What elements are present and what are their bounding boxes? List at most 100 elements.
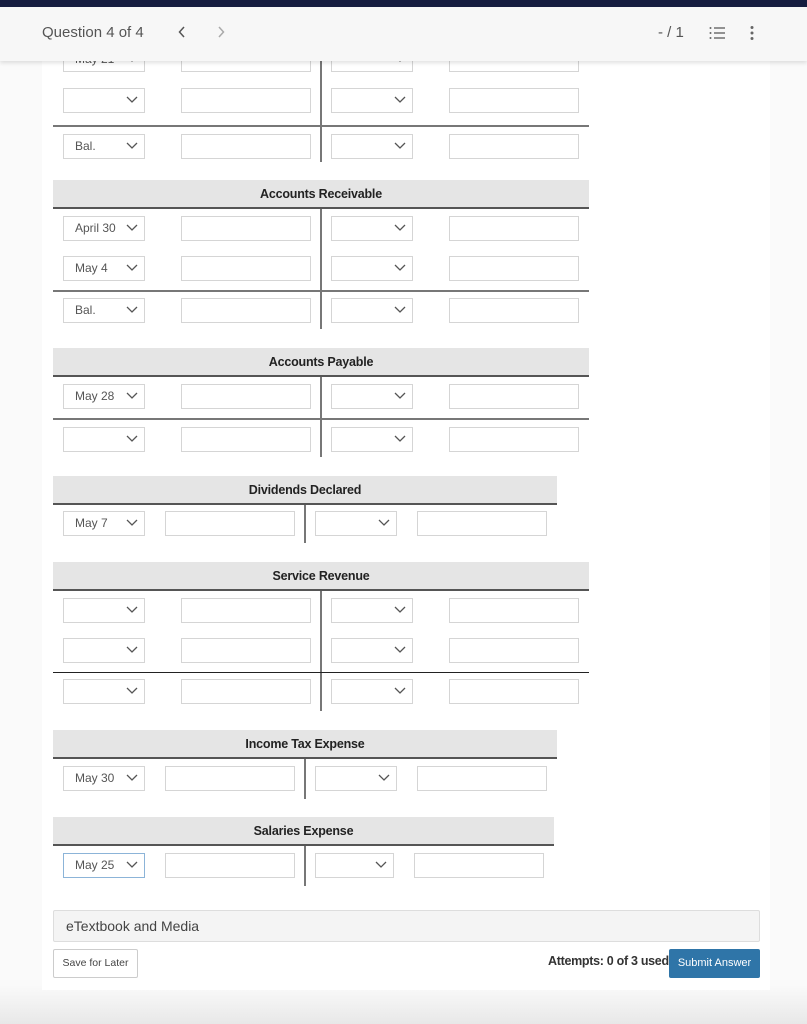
debit-amount-input[interactable] (165, 511, 295, 536)
credit-date-select[interactable] (331, 679, 413, 705)
table-row: May 7 (53, 505, 557, 546)
chevron-down-icon (126, 435, 138, 442)
debit-amount-input[interactable] (165, 766, 295, 791)
credit-date-select[interactable] (331, 216, 413, 241)
t-account-accounts-payable: Accounts Payable May 28 (53, 348, 589, 458)
table-row (53, 632, 589, 673)
t-account-body: May 25 (53, 846, 554, 887)
table-row: May 4 (53, 250, 589, 291)
credit-date-select[interactable] (331, 255, 413, 281)
chevron-down-icon (126, 774, 138, 781)
next-question-button[interactable] (217, 23, 225, 42)
submit-answer-button[interactable]: Submit Answer (669, 949, 760, 978)
date-select[interactable] (63, 637, 145, 663)
date-value: April 30 (75, 221, 116, 235)
debit-amount-input[interactable] (181, 426, 311, 452)
chevron-down-icon (394, 392, 406, 399)
credit-date-select[interactable] (331, 87, 413, 113)
credit-date-select[interactable] (331, 426, 413, 452)
date-select[interactable]: May 7 (63, 511, 145, 536)
date-select[interactable]: May 25 (63, 853, 145, 878)
chevron-down-icon (126, 687, 138, 695)
t-account-income-tax-expense: Income Tax Expense May 30 (53, 730, 557, 800)
debit-amount-input[interactable] (181, 598, 311, 623)
chevron-down-icon (126, 861, 138, 868)
date-value: May 7 (75, 516, 108, 530)
date-select[interactable]: Bal. (63, 134, 145, 160)
credit-date-select[interactable] (331, 134, 413, 160)
credit-date-select[interactable] (315, 511, 397, 536)
debit-amount-input[interactable] (181, 255, 311, 281)
credit-amount-input[interactable] (417, 766, 547, 791)
debit-amount-input[interactable] (181, 216, 311, 241)
chevron-down-icon (378, 519, 390, 526)
debit-amount-input[interactable] (181, 298, 311, 324)
save-for-later-button[interactable]: Save for Later (53, 949, 138, 978)
date-select[interactable]: May 30 (63, 766, 145, 791)
credit-amount-input[interactable] (449, 598, 579, 623)
t-account-title: Service Revenue (53, 562, 589, 591)
chevron-down-icon (394, 306, 406, 314)
date-select[interactable]: Bal. (63, 298, 145, 324)
credit-date-select[interactable] (315, 853, 394, 878)
credit-date-select[interactable] (315, 766, 397, 791)
credit-amount-input[interactable] (449, 134, 579, 160)
debit-amount-input[interactable] (181, 637, 311, 663)
t-account-body: May 28 (53, 377, 589, 458)
t-account-title: Salaries Expense (53, 817, 554, 846)
credit-amount-input[interactable] (449, 298, 579, 324)
credit-date-select[interactable] (331, 384, 413, 409)
credit-amount-input[interactable] (417, 511, 547, 536)
debit-amount-input[interactable] (181, 134, 311, 160)
t-account-dividends-declared: Dividends Declared May 7 (53, 476, 557, 546)
credit-amount-input[interactable] (414, 853, 544, 878)
chevron-down-icon (126, 646, 138, 653)
date-select[interactable] (63, 598, 145, 623)
date-select[interactable] (63, 426, 145, 452)
date-select[interactable] (63, 87, 145, 113)
t-account-title: Accounts Payable (53, 348, 589, 377)
table-row: May 30 (53, 759, 557, 800)
t-account-salaries-expense: Salaries Expense May 25 (53, 817, 554, 887)
credit-date-select[interactable] (331, 637, 413, 663)
question-label: Question 4 of 4 (42, 24, 144, 41)
question-list-icon[interactable] (709, 26, 725, 40)
question-header: Question 4 of 4 - / 1 (0, 7, 807, 61)
credit-date-select[interactable] (331, 598, 413, 623)
chevron-down-icon (126, 392, 138, 399)
table-row (53, 591, 589, 632)
date-select[interactable]: May 28 (63, 384, 145, 409)
date-select[interactable]: May 4 (63, 255, 145, 281)
debit-amount-input[interactable] (181, 87, 311, 113)
previous-question-button[interactable] (178, 23, 186, 42)
debit-amount-input[interactable] (181, 384, 311, 409)
credit-amount-input[interactable] (449, 679, 579, 705)
chevron-down-icon (126, 264, 138, 271)
etextbook-media-link[interactable]: eTextbook and Media (53, 910, 760, 942)
credit-amount-input[interactable] (449, 87, 579, 113)
date-select[interactable]: April 30 (63, 216, 145, 241)
credit-amount-input[interactable] (449, 255, 579, 281)
chevron-down-icon (394, 224, 406, 231)
chevron-down-icon (126, 519, 138, 526)
credit-amount-input[interactable] (449, 426, 579, 452)
chevron-down-icon (375, 861, 387, 868)
table-row: Bal. (53, 290, 589, 331)
chevron-down-icon (126, 224, 138, 231)
date-select[interactable] (63, 679, 145, 705)
more-vertical-icon[interactable] (748, 25, 756, 41)
score-display: - / 1 (658, 24, 684, 41)
date-value: Bal. (75, 303, 96, 318)
t-account-body (53, 591, 589, 713)
chevron-down-icon (394, 264, 406, 271)
credit-amount-input[interactable] (449, 216, 579, 241)
debit-amount-input[interactable] (165, 853, 295, 878)
debit-amount-input[interactable] (181, 679, 311, 705)
chevron-right-icon (218, 26, 225, 38)
credit-amount-input[interactable] (449, 384, 579, 409)
credit-date-select[interactable] (331, 298, 413, 324)
t-account-body: May 7 (53, 505, 557, 546)
t-account-title: Dividends Declared (53, 476, 557, 505)
t-account-body: April 30 May 4 Bal. (53, 209, 589, 331)
credit-amount-input[interactable] (449, 637, 579, 663)
